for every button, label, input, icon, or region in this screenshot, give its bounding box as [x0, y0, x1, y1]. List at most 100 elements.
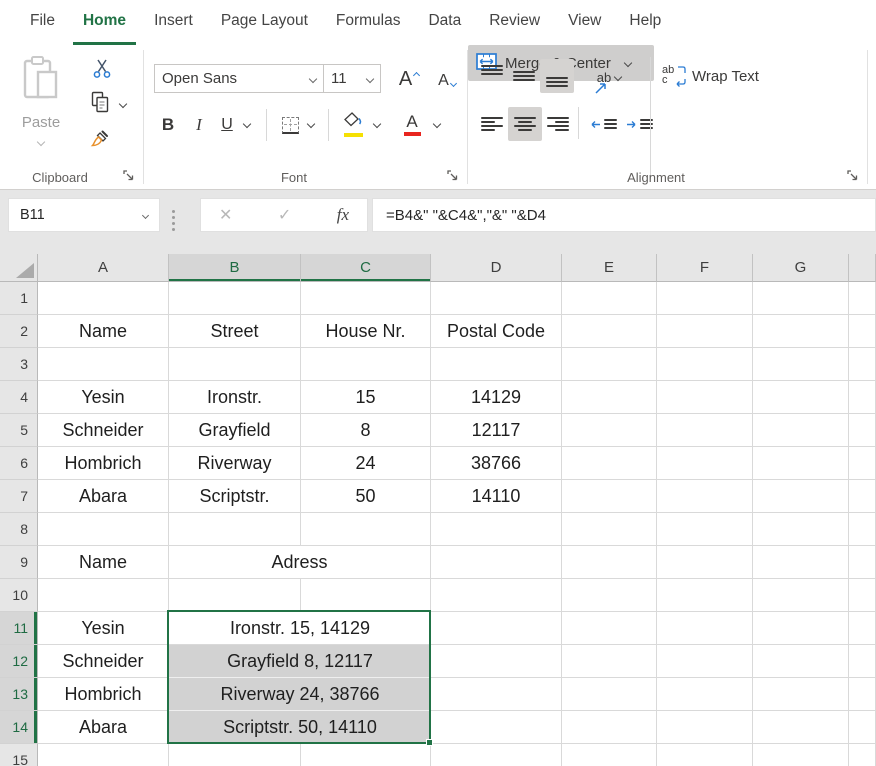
cell-A8[interactable] [38, 513, 169, 546]
cell-G2[interactable] [753, 315, 849, 348]
cell-H8[interactable] [849, 513, 876, 546]
cell-B6[interactable]: Riverway [169, 447, 301, 480]
cell-A11[interactable]: Yesin [38, 612, 169, 645]
merged-cell-B14[interactable]: Scriptstr. 50, 14110 [169, 711, 431, 744]
tab-insert[interactable]: Insert [144, 0, 203, 45]
cell-F12[interactable] [657, 645, 753, 678]
select-all-corner[interactable] [0, 254, 38, 282]
clipboard-dialog-launcher-icon[interactable] [122, 169, 136, 183]
merged-cell-B9[interactable]: Adress [169, 546, 431, 579]
cell-E5[interactable] [562, 414, 657, 447]
cell-B1[interactable] [169, 282, 301, 315]
cell-H14[interactable] [849, 711, 876, 744]
cell-F2[interactable] [657, 315, 753, 348]
underline-dropdown-chevron-icon[interactable] [243, 120, 251, 128]
column-header-C[interactable]: C [301, 254, 431, 282]
font-color-chevron-icon[interactable] [433, 120, 441, 128]
wrap-text-button[interactable]: ab c Wrap Text [658, 61, 763, 91]
name-box[interactable]: B11 [8, 198, 160, 232]
cell-E12[interactable] [562, 645, 657, 678]
row-header-1[interactable]: 1 [0, 282, 38, 315]
row-header-11[interactable]: 11 [0, 612, 38, 645]
cell-C3[interactable] [301, 348, 431, 381]
cell-G12[interactable] [753, 645, 849, 678]
cell-H5[interactable] [849, 414, 876, 447]
cell-C4[interactable]: 15 [301, 381, 431, 414]
row-header-3[interactable]: 3 [0, 348, 38, 381]
cell-F7[interactable] [657, 480, 753, 513]
font-dialog-launcher-icon[interactable] [446, 169, 460, 183]
cell-B10[interactable] [169, 579, 301, 612]
row-header-15[interactable]: 15 [0, 744, 38, 766]
cell-G15[interactable] [753, 744, 849, 766]
bold-button[interactable]: B [154, 111, 182, 139]
cell-E15[interactable] [562, 744, 657, 766]
enter-button[interactable]: ✓ [278, 205, 291, 225]
cell-C2[interactable]: House Nr. [301, 315, 431, 348]
cell-E7[interactable] [562, 480, 657, 513]
cell-C7[interactable]: 50 [301, 480, 431, 513]
tab-home[interactable]: Home [73, 0, 136, 45]
tab-file[interactable]: File [20, 0, 65, 45]
tab-view[interactable]: View [558, 0, 611, 45]
row-header-4[interactable]: 4 [0, 381, 38, 414]
cell-D10[interactable] [431, 579, 562, 612]
cell-D5[interactable]: 12117 [431, 414, 562, 447]
cell-G9[interactable] [753, 546, 849, 579]
increase-font-size-button[interactable]: A [392, 66, 426, 92]
cell-F3[interactable] [657, 348, 753, 381]
cancel-button[interactable]: ✕ [219, 205, 232, 225]
cell-E3[interactable] [562, 348, 657, 381]
cell-F14[interactable] [657, 711, 753, 744]
cell-F4[interactable] [657, 381, 753, 414]
cell-A5[interactable]: Schneider [38, 414, 169, 447]
insert-function-button[interactable]: fx [337, 205, 349, 225]
formula-input[interactable]: =B4&" "&C4&","&" "&D4 [372, 198, 876, 232]
cell-H7[interactable] [849, 480, 876, 513]
column-header-G[interactable]: G [753, 254, 849, 282]
cell-A1[interactable] [38, 282, 169, 315]
row-header-10[interactable]: 10 [0, 579, 38, 612]
row-header-5[interactable]: 5 [0, 414, 38, 447]
cell-C6[interactable]: 24 [301, 447, 431, 480]
cell-F11[interactable] [657, 612, 753, 645]
column-header-B[interactable]: B [169, 254, 301, 282]
cell-H2[interactable] [849, 315, 876, 348]
align-left-button[interactable] [476, 107, 508, 141]
cell-H13[interactable] [849, 678, 876, 711]
cell-A4[interactable]: Yesin [38, 381, 169, 414]
cell-A7[interactable]: Abara [38, 480, 169, 513]
cell-H12[interactable] [849, 645, 876, 678]
cell-A10[interactable] [38, 579, 169, 612]
borders-button[interactable] [276, 111, 304, 139]
cell-E4[interactable] [562, 381, 657, 414]
cell-H6[interactable] [849, 447, 876, 480]
cell-B7[interactable]: Scriptstr. [169, 480, 301, 513]
cell-G4[interactable] [753, 381, 849, 414]
cell-G11[interactable] [753, 612, 849, 645]
cell-D2[interactable]: Postal Code [431, 315, 562, 348]
cut-button[interactable] [88, 57, 116, 85]
tab-help[interactable]: Help [619, 0, 671, 45]
cell-E8[interactable] [562, 513, 657, 546]
row-header-8[interactable]: 8 [0, 513, 38, 546]
cell-F13[interactable] [657, 678, 753, 711]
cell-H1[interactable] [849, 282, 876, 315]
center-button[interactable] [508, 107, 542, 141]
tab-review[interactable]: Review [479, 0, 550, 45]
cell-F10[interactable] [657, 579, 753, 612]
cell-D9[interactable] [431, 546, 562, 579]
cell-A3[interactable] [38, 348, 169, 381]
cell-F5[interactable] [657, 414, 753, 447]
formula-bar-grip[interactable] [172, 210, 175, 231]
cell-F8[interactable] [657, 513, 753, 546]
cell-F6[interactable] [657, 447, 753, 480]
cell-C5[interactable]: 8 [301, 414, 431, 447]
orientation-button[interactable]: ab [584, 63, 634, 91]
cell-E9[interactable] [562, 546, 657, 579]
cell-A14[interactable]: Abara [38, 711, 169, 744]
row-header-14[interactable]: 14 [0, 711, 38, 744]
column-header-E[interactable]: E [562, 254, 657, 282]
cell-D4[interactable]: 14129 [431, 381, 562, 414]
row-header-2[interactable]: 2 [0, 315, 38, 348]
